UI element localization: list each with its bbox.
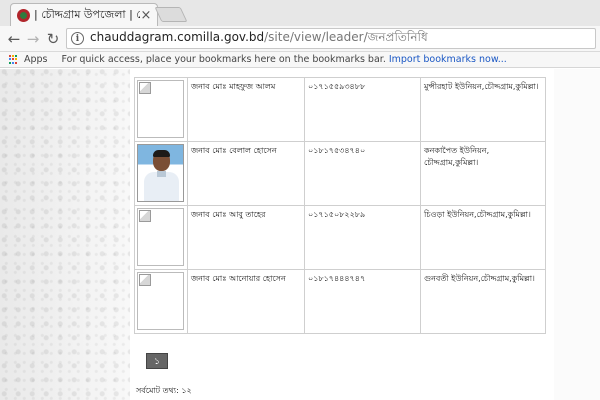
web-page: জনাব মোঃ মাহফুজ আলম ০১৭১৫৫৯৩৪৮৮ মুন্সীরহাট…: [0, 69, 600, 400]
bookmarks-bar: Apps For quick access, place your bookma…: [0, 52, 600, 68]
url-text: chauddagram.comilla.gov.bd/site/view/lea…: [90, 29, 428, 49]
broken-image-icon: [137, 208, 184, 266]
forward-arrow-icon[interactable]: →: [23, 29, 43, 49]
leader-name: জনাব মোঃ আবু তাহের: [187, 205, 305, 270]
leader-name: জনাব মোঃ মাহফুজ আলম: [187, 77, 305, 142]
bookmarks-hint: For quick access, place your bookmarks h…: [61, 54, 386, 65]
decorative-background-pattern: [0, 69, 130, 400]
leaders-table: জনাব মোঃ মাহফুজ আলম ০১৭১৫৫৯৩৪৮৮ মুন্সীরহাট…: [134, 77, 546, 334]
url-path: /site/view/leader/জনপ্রতিনিধি: [264, 29, 428, 44]
photo-cell: [134, 205, 188, 270]
tab-title: | চৌদ্দগ্রাম উপজেলা | চৌদ্দগ্: [34, 7, 140, 21]
photo-cell: [134, 77, 188, 142]
import-bookmarks-link[interactable]: Import bookmarks now...: [389, 54, 507, 65]
reload-icon[interactable]: ↻: [43, 29, 63, 49]
back-arrow-icon[interactable]: ←: [4, 29, 24, 49]
browser-tab[interactable]: | চৌদ্দগ্রাম উপজেলা | চৌদ্দগ্ ×: [10, 3, 158, 26]
leader-union: চিওড়া ইউনিয়ন,চৌদ্দগ্রাম,কুমিল্লা।: [420, 205, 546, 270]
leader-union: মুন্সীরহাট ইউনিয়ন,চৌদ্দগ্রাম,কুমিল্লা।: [420, 77, 546, 142]
pagination-page-button[interactable]: ১: [146, 353, 168, 369]
url-host: chauddagram.comilla.gov.bd: [90, 29, 265, 44]
photo-cell: [134, 269, 188, 334]
leader-name: জনাব মোঃ বেলাল হোসেন: [187, 141, 305, 206]
browser-tab-strip: | চৌদ্দগ্রাম উপজেলা | চৌদ্দগ্ ×: [0, 0, 600, 26]
leader-union: কনকাপৈত ইউনিয়ন, চৌদ্দগ্রাম,কুমিল্লা।: [420, 141, 546, 206]
table-row: জনাব মোঃ মাহফুজ আলম ০১৭১৫৫৯৩৪৮৮ মুন্সীরহাট…: [134, 77, 546, 142]
leader-name: জনাব মোঃ আনোয়ার হোসেন: [187, 269, 305, 334]
table-row: জনাব মোঃ বেলাল হোসেন ০১৮১৭৫৩৪৭৪০ কনকাপৈত ই…: [134, 141, 546, 206]
browser-toolbar: ← → ↻ i chauddagram.comilla.gov.bd/site/…: [0, 26, 600, 52]
new-tab-button[interactable]: [154, 7, 188, 22]
broken-image-icon: [137, 80, 184, 138]
table-row: জনাব মোঃ আনোয়ার হোসেন ০১৮১৭৪৪৪৭৪৭ গুনবতী …: [134, 269, 546, 334]
leader-union: গুনবতী ইউনিয়ন,চৌদ্দগ্রাম,কুমিল্লা।: [420, 269, 546, 334]
leader-photo: [137, 144, 184, 202]
apps-shortcut[interactable]: Apps: [24, 54, 48, 65]
site-favicon-icon: [17, 8, 30, 22]
total-records-label: সর্বমোট তথ্য: ১২: [136, 386, 192, 395]
site-info-icon[interactable]: i: [71, 32, 84, 45]
main-content: জনাব মোঃ মাহফুজ আলম ০১৭১৫৫৯৩৪৮৮ মুন্সীরহাট…: [130, 69, 554, 400]
table-row: জনাব মোঃ আবু তাহের ০১৭১৫০৮২২৮৯ চিওড়া ইউনি…: [134, 205, 546, 270]
address-bar[interactable]: i chauddagram.comilla.gov.bd/site/view/l…: [66, 28, 596, 49]
photo-cell: [134, 141, 188, 206]
apps-grid-icon[interactable]: [9, 54, 19, 65]
tab-close-icon[interactable]: ×: [140, 8, 152, 23]
leader-phone: ০১৮১৭৫৩৪৭৪০: [304, 141, 421, 206]
leader-phone: ০১৮১৭৪৪৪৭৪৭: [304, 269, 421, 334]
broken-image-icon: [137, 272, 184, 330]
leader-phone: ০১৭১৫০৮২২৮৯: [304, 205, 421, 270]
leader-phone: ০১৭১৫৫৯৩৪৮৮: [304, 77, 421, 142]
